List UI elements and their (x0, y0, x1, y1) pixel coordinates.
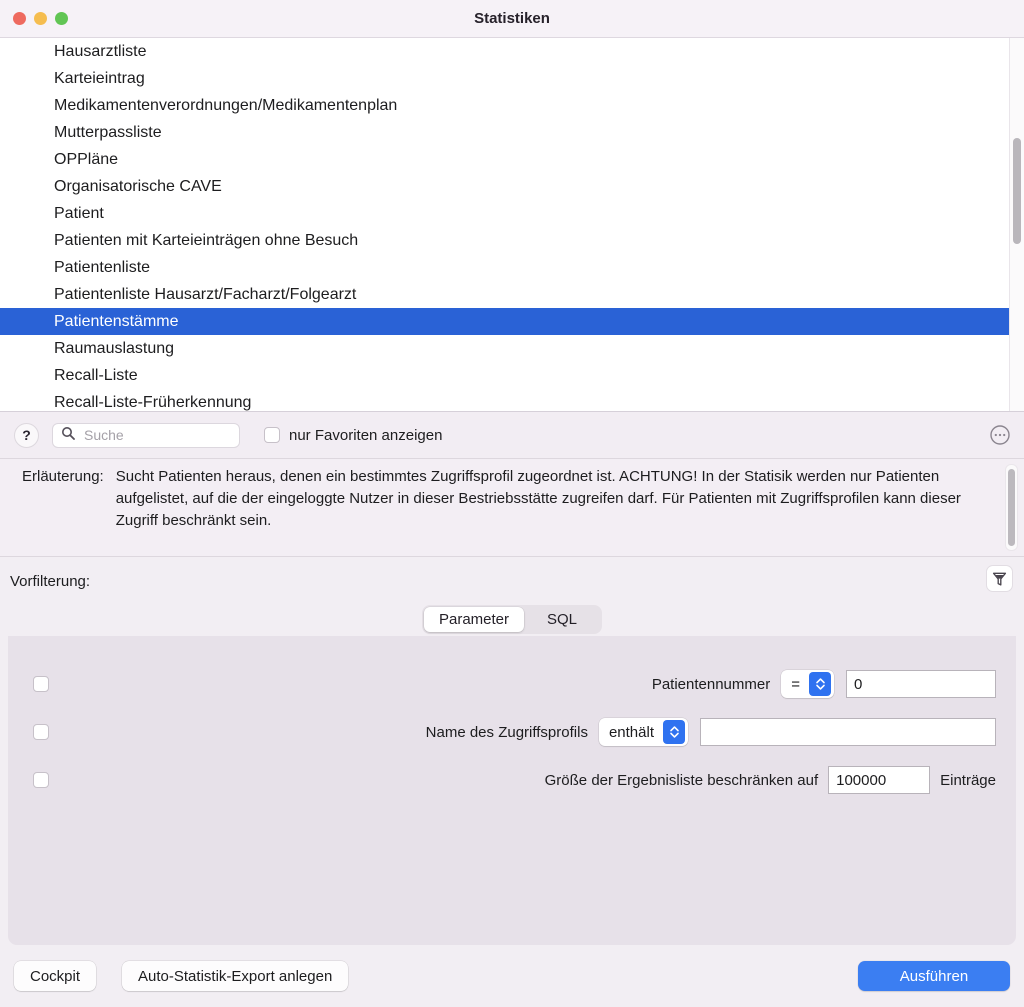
list-item[interactable]: Karteieintrag (0, 65, 1009, 92)
explanation-label: Erläuterung: (22, 468, 104, 485)
parameter-input-patientennummer[interactable] (846, 670, 996, 698)
list-item[interactable]: Patient (0, 200, 1009, 227)
ellipsis-circle-icon[interactable] (989, 424, 1011, 446)
list-item[interactable]: Medikamentenverordnungen/Medikamentenpla… (0, 92, 1009, 119)
parameter-input-ergebnislimit[interactable] (828, 766, 931, 794)
cockpit-button[interactable]: Cockpit (14, 961, 97, 991)
scrollbar-thumb[interactable] (1008, 469, 1015, 546)
footer-bar: Cockpit Auto-Statistik-Export anlegen Au… (0, 945, 1024, 1007)
parameter-controls: Name des Zugriffsprofils enthält (426, 718, 996, 746)
statistics-list-scrollbar[interactable] (1009, 38, 1024, 411)
parameter-unit-ergebnislimit: Einträge (940, 771, 996, 789)
prefilter-label: Vorfilterung: (10, 572, 91, 590)
maximize-window-button[interactable] (55, 12, 68, 25)
list-item[interactable]: Hausarztliste (0, 38, 1009, 65)
statistics-list-panel: Hausarztliste Karteieintrag Medikamentenve… (0, 38, 1024, 412)
favorites-checkbox-label: nur Favoriten anzeigen (289, 426, 443, 444)
parameter-row-patientennummer: Patientennummer = (8, 660, 1016, 708)
operator-select-value: = (791, 675, 800, 693)
parameter-label-patientennummer: Patientennummer (651, 675, 771, 693)
tab-parameter[interactable]: Parameter (423, 607, 525, 632)
scrollbar-thumb[interactable] (1013, 138, 1021, 244)
chevron-updown-icon[interactable] (663, 720, 685, 744)
help-button[interactable]: ? (14, 422, 39, 448)
auto-statistics-export-button[interactable]: Auto-Statistik-Export anlegen (122, 961, 349, 991)
search-icon (61, 426, 75, 445)
operator-select-patientennummer[interactable]: = (781, 670, 834, 698)
list-toolbar: ? nur Favoriten anzeigen (0, 412, 1024, 459)
tab-bar: Parameter SQL (0, 605, 1024, 636)
list-item[interactable]: Recall-Liste-Früherkennung (0, 389, 1009, 411)
statistics-list[interactable]: Hausarztliste Karteieintrag Medikamentenve… (0, 38, 1009, 411)
parameter-label-ergebnislimit: Größe der Ergebnisliste beschränken auf (544, 771, 819, 789)
parameter-checkbox-patientennummer[interactable] (33, 676, 49, 692)
list-item[interactable]: Raumauslastung (0, 335, 1009, 362)
parameter-input-zugriffsprofil[interactable] (700, 718, 996, 746)
list-item[interactable]: Mutterpassliste (0, 119, 1009, 146)
close-window-button[interactable] (13, 12, 26, 25)
search-input[interactable] (82, 426, 231, 444)
chevron-updown-icon[interactable] (809, 672, 831, 696)
segmented-control[interactable]: Parameter SQL (421, 605, 603, 634)
funnel-icon[interactable] (986, 565, 1013, 592)
operator-select-zugriffsprofil[interactable]: enthält (598, 718, 688, 746)
statistics-window: Statistiken Hausarztliste Karteieintrag Me… (0, 0, 1024, 1007)
list-item-selected[interactable]: Patientenstämme (0, 308, 1009, 335)
list-item[interactable]: Organisatorische CAVE (0, 173, 1009, 200)
list-item[interactable]: Patientenliste (0, 254, 1009, 281)
explanation-panel: Erläuterung: Sucht Patienten heraus, den… (0, 459, 1024, 557)
prefilter-section: Vorfilterung: (0, 557, 1024, 605)
parameter-controls: Patientennummer = (652, 670, 996, 698)
list-item[interactable]: Patientenliste Hausarzt/Facharzt/Folgear… (0, 281, 1009, 308)
parameter-panel: Patientennummer = Name des Zugriffsprofi… (8, 622, 1016, 945)
parameter-label-zugriffsprofil: Name des Zugriffsprofils (425, 723, 588, 741)
parameter-row-zugriffsprofil: Name des Zugriffsprofils enthält (8, 708, 1016, 756)
list-item[interactable]: Recall-Liste (0, 362, 1009, 389)
parameter-row-ergebnislimit: Größe der Ergebnisliste beschränken auf … (8, 756, 1016, 804)
explanation-scrollbar[interactable] (1005, 464, 1018, 551)
operator-select-value: enthält (608, 723, 654, 741)
execute-button[interactable]: Ausführen (858, 961, 1010, 991)
parameter-checkbox-zugriffsprofil[interactable] (33, 724, 49, 740)
traffic-light-buttons (13, 12, 68, 25)
window-title-bar: Statistiken (0, 0, 1024, 38)
window-title: Statistiken (474, 10, 550, 27)
tab-sql[interactable]: SQL (524, 607, 600, 632)
explanation-text: Sucht Patienten heraus, denen ein bestim… (115, 468, 961, 529)
favorites-filter[interactable]: nur Favoriten anzeigen (264, 427, 442, 444)
minimize-window-button[interactable] (34, 12, 47, 25)
parameter-checkbox-ergebnislimit[interactable] (33, 772, 49, 788)
search-field[interactable] (52, 422, 240, 448)
list-item[interactable]: Patienten mit Karteieinträgen ohne Besuc… (0, 227, 1009, 254)
parameter-controls: Größe der Ergebnisliste beschränken auf … (545, 766, 996, 794)
list-item[interactable]: OPPläne (0, 146, 1009, 173)
favorites-checkbox[interactable] (264, 427, 280, 443)
